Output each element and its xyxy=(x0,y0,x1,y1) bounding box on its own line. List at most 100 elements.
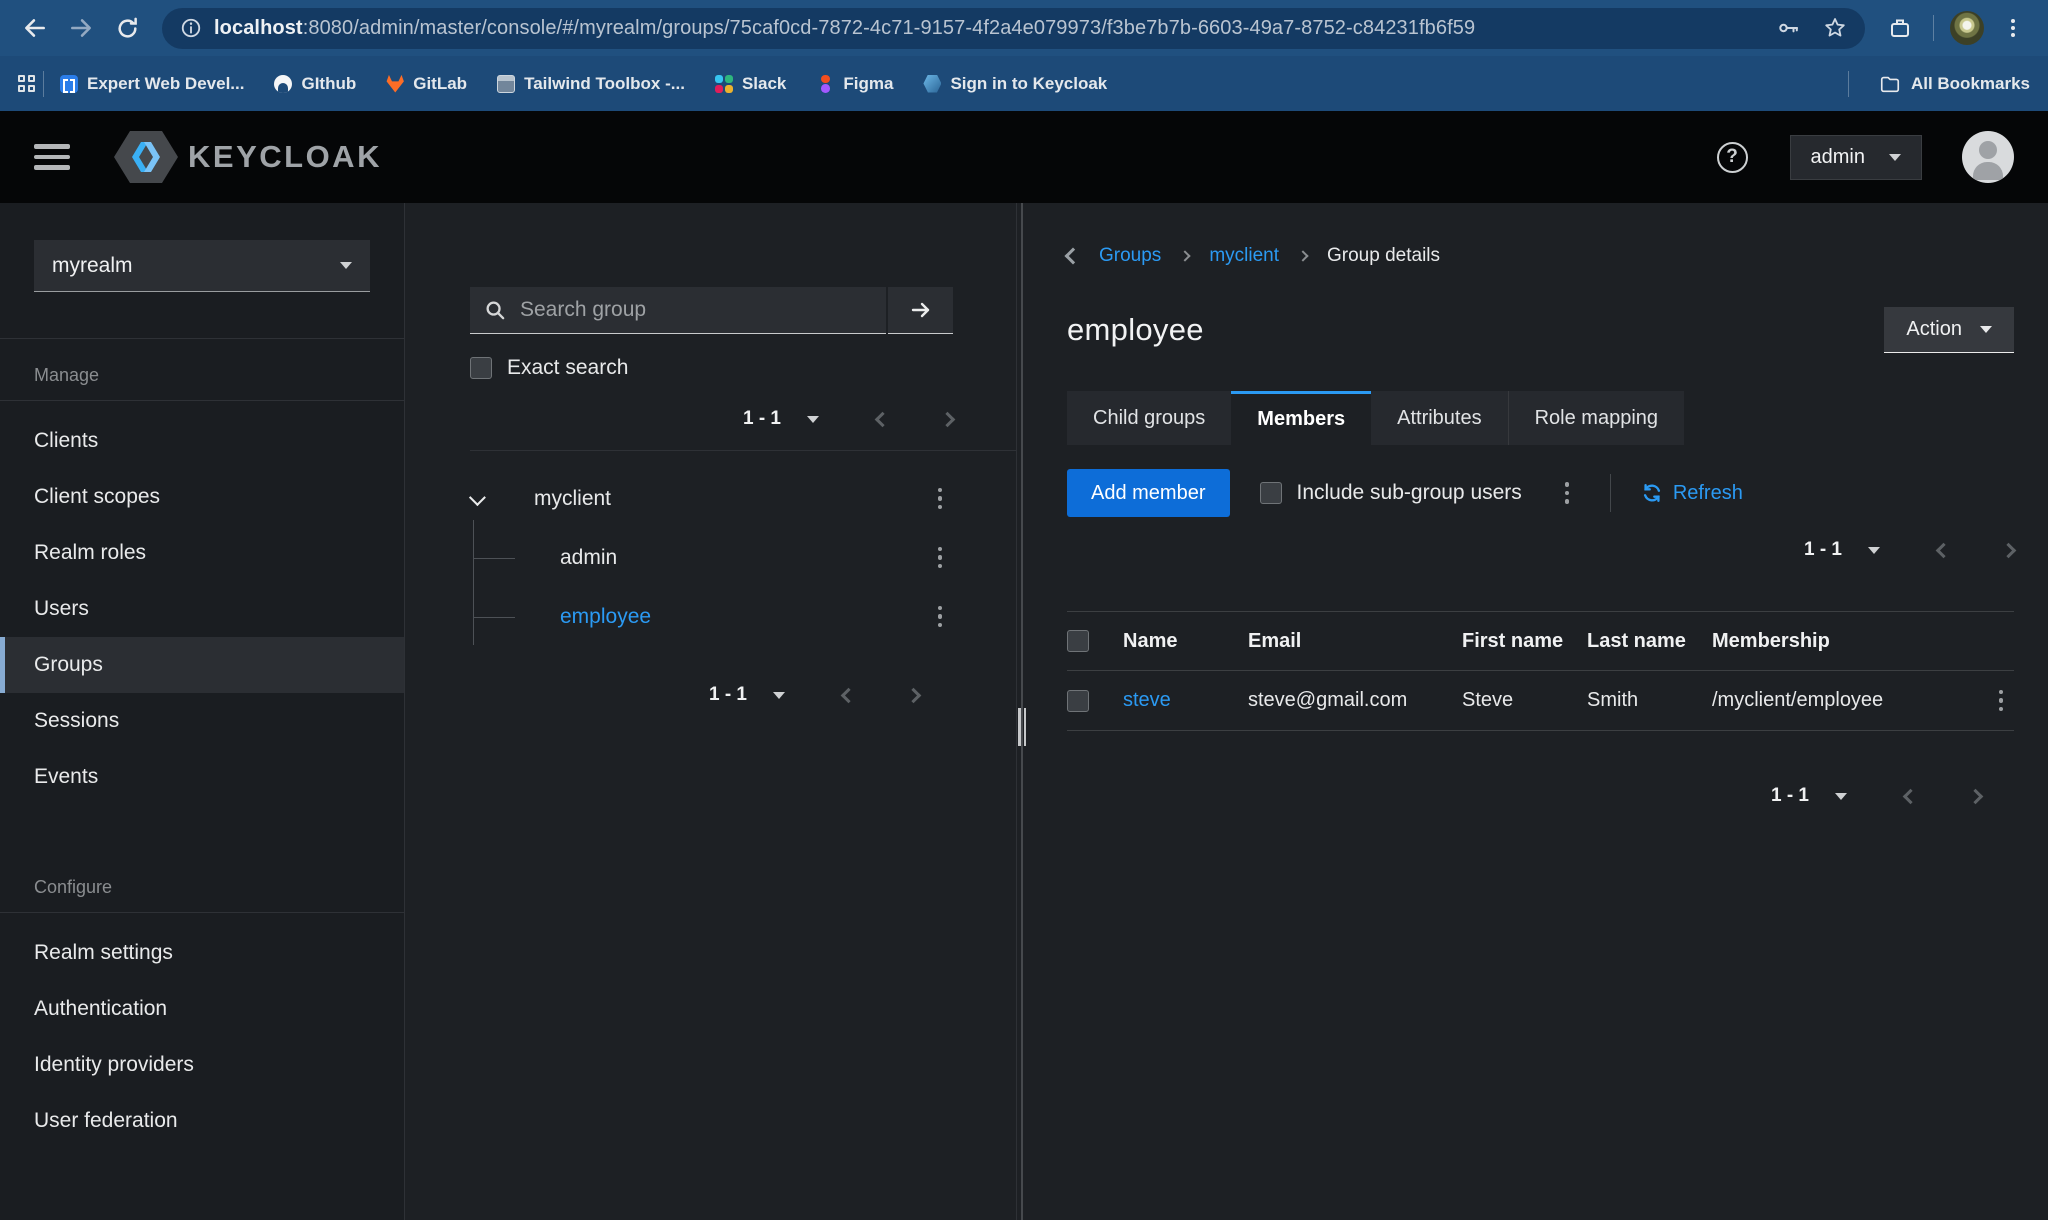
sidebar-item-events[interactable]: Events xyxy=(0,749,404,805)
sidebar-nav: myrealm Manage Clients Client scopes Rea… xyxy=(0,203,405,1220)
reload-button[interactable] xyxy=(106,7,148,49)
sidebar-item-sessions[interactable]: Sessions xyxy=(0,693,404,749)
sidebar-item-realm-roles[interactable]: Realm roles xyxy=(0,525,404,581)
forward-arrow-icon xyxy=(68,15,94,41)
sidebar-item-realm-settings[interactable]: Realm settings xyxy=(0,925,404,981)
group-search-field[interactable] xyxy=(470,287,886,334)
search-submit-button[interactable] xyxy=(888,287,953,334)
include-subgroups-checkbox[interactable] xyxy=(1260,482,1282,504)
pagination-range: 1 - 1 xyxy=(1771,785,1809,807)
page-info-icon[interactable] xyxy=(180,17,202,39)
chevron-left-icon[interactable] xyxy=(1936,542,1952,558)
pagination-options-caret[interactable] xyxy=(1835,793,1847,800)
chevron-right-icon[interactable] xyxy=(940,411,956,427)
sidebar-item-groups[interactable]: Groups xyxy=(0,637,404,693)
group-tree-panel: Exact search 1 - 1 myclient admin xyxy=(405,203,1017,1220)
bookmark-figma[interactable]: Figma xyxy=(816,74,893,94)
member-name-link[interactable]: steve xyxy=(1123,689,1248,712)
browser-toolbar: localhost:8080/admin/master/console/#/my… xyxy=(0,0,2048,56)
bookmark-label: Figma xyxy=(843,74,893,94)
all-bookmarks-button[interactable]: All Bookmarks xyxy=(1879,73,2030,95)
pagination-range: 1 - 1 xyxy=(743,408,781,430)
chevron-left-icon[interactable] xyxy=(841,687,857,703)
bookmark-slack[interactable]: Slack xyxy=(715,74,786,94)
kebab-menu-icon[interactable] xyxy=(927,545,953,571)
refresh-icon xyxy=(1641,482,1663,504)
refresh-label: Refresh xyxy=(1673,482,1743,505)
chevron-down-expander-icon[interactable] xyxy=(469,489,486,506)
row-kebab-menu-icon[interactable] xyxy=(1988,688,2014,714)
pagination-options-caret[interactable] xyxy=(773,692,785,699)
bookmark-tailwind[interactable]: Tailwind Toolbox -... xyxy=(497,74,685,94)
col-header-first-name: First name xyxy=(1462,630,1587,653)
bookmark-keycloak[interactable]: Sign in to Keycloak xyxy=(923,74,1107,94)
chevron-right-icon[interactable] xyxy=(906,687,922,703)
tree-pagination-top: 1 - 1 xyxy=(470,408,953,430)
sidebar-item-client-scopes[interactable]: Client scopes xyxy=(0,469,404,525)
panel-splitter[interactable] xyxy=(1017,203,1027,1220)
bookmark-star-icon[interactable] xyxy=(1823,16,1847,40)
back-button[interactable] xyxy=(14,7,56,49)
kebab-menu-icon[interactable] xyxy=(927,486,953,512)
add-member-button[interactable]: Add member xyxy=(1067,469,1230,517)
tree-item-admin[interactable]: admin xyxy=(470,528,953,587)
sidebar-item-identity-providers[interactable]: Identity providers xyxy=(0,1037,404,1093)
address-bar[interactable]: localhost:8080/admin/master/console/#/my… xyxy=(162,8,1865,49)
hamburger-menu-icon[interactable] xyxy=(34,144,70,170)
chevron-left-icon[interactable] xyxy=(875,411,891,427)
bookmark-gitlab[interactable]: GitLab xyxy=(386,74,467,94)
breadcrumb-groups-link[interactable]: Groups xyxy=(1099,245,1161,267)
profile-button[interactable] xyxy=(1946,7,1988,49)
apps-grid-icon[interactable] xyxy=(18,75,35,92)
chevron-right-icon[interactable] xyxy=(1968,788,1984,804)
breadcrumb-myclient-link[interactable]: myclient xyxy=(1209,245,1279,267)
sidebar-item-users[interactable]: Users xyxy=(0,581,404,637)
pagination-range: 1 - 1 xyxy=(1804,539,1842,561)
select-all-checkbox[interactable] xyxy=(1067,630,1089,652)
tree-item-myclient[interactable]: myclient xyxy=(470,469,953,528)
user-avatar[interactable] xyxy=(1962,131,2014,183)
members-toolbar: Add member Include sub-group users Refre… xyxy=(1067,469,2014,517)
exact-search-label: Exact search xyxy=(507,356,628,380)
forward-button[interactable] xyxy=(60,7,102,49)
pagination-options-caret[interactable] xyxy=(1868,547,1880,554)
tab-role-mapping[interactable]: Role mapping xyxy=(1508,391,1684,445)
sidebar-item-clients[interactable]: Clients xyxy=(0,413,404,469)
keycloak-hex-icon xyxy=(114,131,178,183)
chevron-right-icon[interactable] xyxy=(2001,542,2017,558)
chrome-menu-button[interactable] xyxy=(1992,7,2034,49)
extension-button[interactable] xyxy=(1879,7,1921,49)
pagination-range: 1 - 1 xyxy=(709,684,747,706)
password-key-icon[interactable] xyxy=(1777,16,1801,40)
exact-search-checkbox[interactable] xyxy=(470,357,492,379)
tree-pagination-bottom: 1 - 1 xyxy=(470,684,953,706)
action-dropdown-button[interactable]: Action xyxy=(1884,307,2014,353)
user-menu-dropdown[interactable]: admin xyxy=(1790,135,1922,180)
kebab-menu-icon[interactable] xyxy=(927,604,953,630)
tab-members[interactable]: Members xyxy=(1231,391,1371,445)
search-input[interactable] xyxy=(520,298,872,322)
member-membership: /myclient/employee xyxy=(1712,689,1964,712)
bookmarks-bar: Expert Web Devel... GIthub GitLab Tailwi… xyxy=(0,56,2048,111)
row-checkbox[interactable] xyxy=(1067,690,1089,712)
breadcrumb-back-icon[interactable] xyxy=(1065,248,1082,265)
help-icon[interactable]: ? xyxy=(1717,142,1748,173)
kebab-menu-icon[interactable] xyxy=(1554,480,1580,506)
bookmark-label: GIthub xyxy=(301,74,356,94)
keycloak-logo[interactable]: KEYCLOAK xyxy=(114,131,382,183)
pagination-options-caret[interactable] xyxy=(807,416,819,423)
bookmark-expert-web[interactable]: Expert Web Devel... xyxy=(60,74,244,94)
chevron-right-icon xyxy=(1297,250,1308,261)
sidebar-item-authentication[interactable]: Authentication xyxy=(0,981,404,1037)
realm-selector[interactable]: myrealm xyxy=(34,240,370,292)
tree-item-employee[interactable]: employee xyxy=(470,587,953,646)
drag-handle-icon[interactable] xyxy=(1017,708,1027,746)
refresh-button[interactable]: Refresh xyxy=(1641,482,1743,505)
bookmark-github[interactable]: GIthub xyxy=(274,74,356,94)
tab-child-groups[interactable]: Child groups xyxy=(1067,391,1231,445)
sidebar-item-user-federation[interactable]: User federation xyxy=(0,1093,404,1149)
chevron-right-icon xyxy=(1180,250,1191,261)
chevron-left-icon[interactable] xyxy=(1903,788,1919,804)
gitlab-favicon xyxy=(386,75,404,93)
tab-attributes[interactable]: Attributes xyxy=(1371,391,1507,445)
